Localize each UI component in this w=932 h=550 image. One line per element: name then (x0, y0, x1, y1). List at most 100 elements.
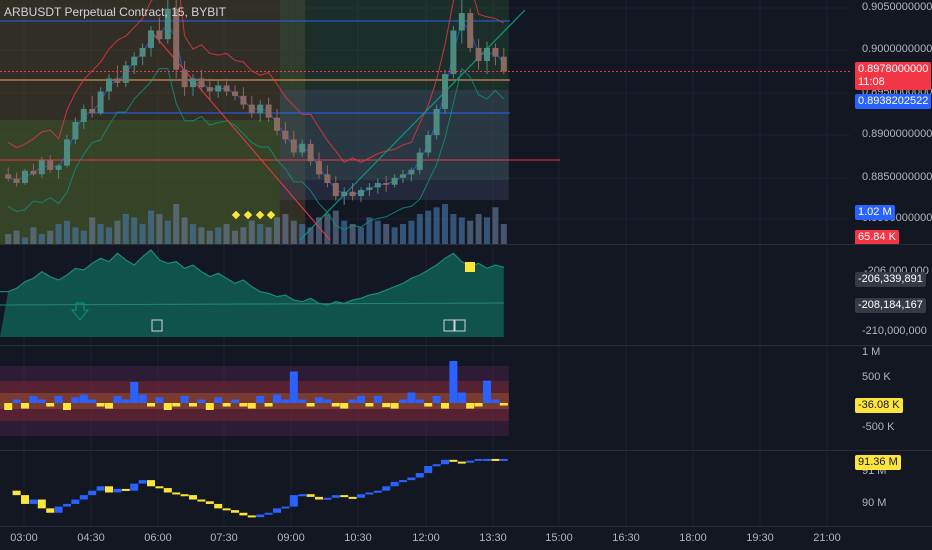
obv-bar (365, 492, 374, 495)
obv-chart[interactable] (0, 451, 850, 526)
volume-bar (484, 217, 490, 244)
delta-bar (105, 403, 113, 409)
delta-chart[interactable] (0, 346, 850, 450)
volume-bar (38, 234, 45, 244)
obv-bar (46, 508, 55, 513)
time-tick: 12:00 (412, 532, 440, 544)
cvd-axis[interactable]: -206,000,000 -210,000,000 (850, 245, 932, 345)
obv-bar (155, 486, 164, 489)
obv-bar (147, 480, 155, 487)
last-price-tag: 0.8978000000 11:08 (855, 62, 932, 90)
symbol-interval[interactable]: 15 (171, 5, 184, 19)
volume-bar (55, 224, 62, 244)
signal-flag (465, 262, 475, 272)
time-tick: 19:30 (746, 532, 774, 544)
delta-bar (441, 403, 449, 409)
volume-bar (282, 214, 289, 244)
delta-bar (340, 403, 349, 409)
obv-pane[interactable] (0, 451, 850, 526)
delta-bar (155, 397, 164, 403)
delta-bar (239, 403, 248, 407)
time-tick: 03:00 (10, 532, 38, 544)
delta-bar (12, 399, 21, 403)
delta-bar (348, 399, 357, 403)
delta-bar (147, 403, 155, 407)
delta-bar (247, 403, 256, 409)
candle-body (55, 165, 62, 170)
volume-bar (13, 230, 20, 244)
delta-bar (4, 403, 13, 410)
candle-body (257, 104, 264, 114)
obv-bar (96, 486, 105, 491)
candle-body (282, 130, 289, 140)
obv-bar (323, 497, 332, 500)
delta-bar (21, 403, 29, 409)
obv-bar (466, 460, 475, 463)
obv-bar (273, 508, 281, 513)
delta-bar (424, 403, 433, 407)
candle-body (307, 143, 314, 162)
volume-bar (500, 224, 507, 244)
time-axis[interactable]: 03:00 04:30 06:00 07:30 09:00 10:30 12:0… (0, 527, 850, 550)
symbol-name[interactable]: ARBUSDT Perpetual Contract (4, 5, 165, 19)
delta-bar (88, 399, 97, 403)
price-tick: 0.8850000000 (862, 171, 932, 183)
volume-bar (97, 224, 104, 244)
time-tick: 13:30 (479, 532, 507, 544)
obv-bar (457, 461, 466, 464)
volume-tag-red: 65.84 K (855, 230, 899, 245)
price-pane[interactable]: ARBUSDT Perpetual Contract, 15, BYBIT (0, 0, 850, 244)
delta-bar (138, 394, 147, 403)
volume-bar (374, 220, 381, 244)
delta-bar (273, 394, 281, 403)
delta-tick: 500 K (862, 371, 891, 383)
cvd-chart[interactable] (0, 245, 850, 345)
delta-bar (231, 399, 239, 403)
volume-bar (383, 224, 390, 244)
delta-bar (163, 403, 172, 410)
candle-body (131, 56, 138, 66)
cvd-tag-1: -206,339,891 (855, 272, 926, 287)
obv-bar (432, 464, 441, 467)
cvd-pane[interactable] (0, 245, 850, 345)
candle-body (122, 65, 129, 83)
delta-bar (331, 403, 340, 407)
volume-bar (290, 220, 297, 244)
volume-bar (164, 220, 171, 244)
delta-bar (54, 396, 63, 403)
price-tick: 0.8900000000 (862, 128, 932, 140)
obv-bar (231, 510, 239, 513)
delta-bar (399, 399, 407, 403)
obv-bar (180, 494, 189, 497)
delta-tick: -500 K (862, 421, 895, 433)
candle-body (450, 30, 457, 75)
volume-bar (467, 220, 474, 244)
volume-bar (5, 234, 12, 244)
volume-bar (400, 224, 406, 244)
time-tick: 16:30 (612, 532, 640, 544)
candle-body (240, 95, 247, 105)
obv-bar (222, 508, 231, 511)
volume-bar (47, 230, 54, 244)
obv-bar (163, 488, 172, 493)
price-chart[interactable] (0, 0, 850, 244)
time-tick: 09:00 (277, 532, 305, 544)
delta-bar (214, 397, 223, 403)
delta-bar (289, 371, 298, 403)
obv-bar (130, 483, 139, 491)
candle-body (349, 191, 356, 197)
candle-body (106, 78, 112, 92)
delta-bar (180, 396, 189, 403)
candle-body (400, 174, 406, 178)
obv-bar (71, 499, 80, 504)
obv-bar (499, 458, 508, 461)
obv-bar (247, 515, 256, 518)
candle-body (492, 47, 499, 57)
delta-bar (79, 394, 88, 403)
delta-bar (281, 399, 290, 403)
delta-bar (499, 403, 508, 406)
volume-bar (215, 227, 222, 244)
symbol-header: ARBUSDT Perpetual Contract, 15, BYBIT (4, 5, 226, 19)
obv-bar (12, 490, 21, 496)
delta-pane[interactable] (0, 346, 850, 450)
